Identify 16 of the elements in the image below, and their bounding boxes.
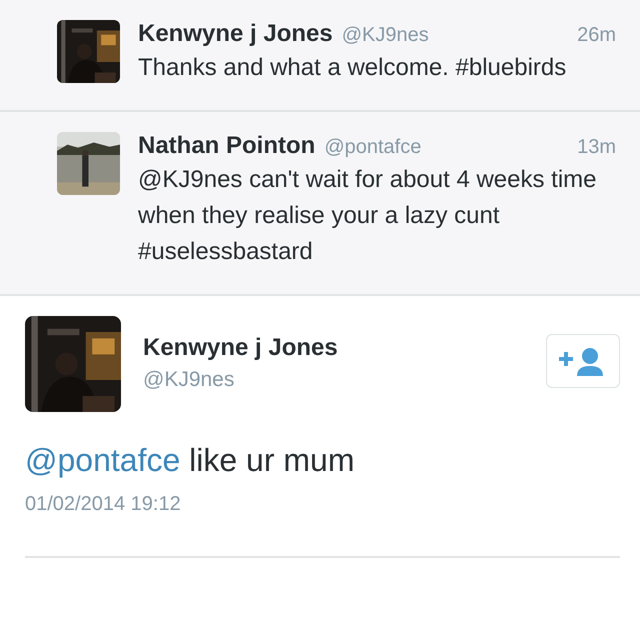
follow-button[interactable]	[546, 334, 620, 388]
timestamp: 13m	[577, 136, 616, 159]
timestamp: 26m	[577, 24, 616, 47]
tweet-row[interactable]: Nathan Pointon @pontafce 13m @KJ9nes can't wait for about 4 weeks time when they realise your a lazy cunt #uselessbastard	[0, 112, 640, 296]
user-handle: @KJ9nes	[143, 368, 236, 392]
tweet-text: Thanks and what a welcome. #bluebirds	[138, 53, 568, 83]
user-handle: @KJ9nes	[342, 24, 429, 47]
user-name: Kenwyne j Jones	[143, 334, 339, 362]
tweet-row[interactable]: Kenwyne j Jones @KJ9nes 26m Thanks and what a welcome. #bluebirds	[0, 0, 640, 112]
user-handle: @pontafce	[324, 136, 422, 159]
user-name: Nathan Pointon	[138, 132, 316, 160]
tweet-date: 01/02/2014 19:12	[25, 493, 182, 516]
tweet-text: @KJ9nes can't wait for about 4 weeks time when they realise your a lazy cunt #uselessbastard	[138, 165, 598, 267]
tweet-text: @pontafce like ur mum	[25, 442, 356, 479]
mention-link[interactable]: @pontafce	[25, 442, 180, 478]
user-name: Kenwyne j Jones	[138, 20, 333, 48]
